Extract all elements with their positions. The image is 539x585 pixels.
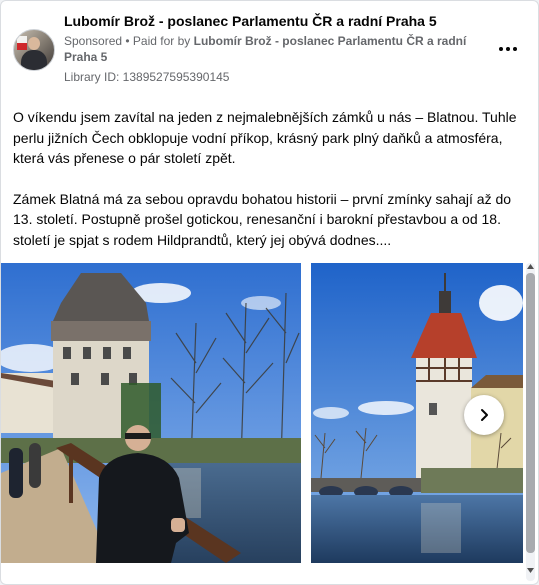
paid-prefix: Paid for by xyxy=(132,34,194,48)
scrollbar-thumb[interactable] xyxy=(526,273,535,553)
carousel-photo-castle-bridge[interactable] xyxy=(1,263,301,563)
post-paragraph-2: Zámek Blatná má za sebou opravdu bohatou… xyxy=(13,190,512,248)
scroll-up-arrow-icon[interactable] xyxy=(527,263,534,271)
library-id: Library ID: 1389527595390145 xyxy=(64,70,230,84)
post-text: O víkendu jsem zavítal na jeden z nejmal… xyxy=(13,107,518,271)
carousel-next-button[interactable] xyxy=(464,395,504,435)
image-carousel xyxy=(1,263,526,584)
more-options-button[interactable] xyxy=(496,41,520,57)
scroll-down-arrow-icon[interactable] xyxy=(527,566,534,574)
castle-bridge-image xyxy=(1,263,301,563)
more-horizontal-icon xyxy=(499,47,503,51)
avatar[interactable] xyxy=(13,29,55,71)
page-name-link[interactable]: Lubomír Brož - poslanec Parlamentu ČR a … xyxy=(64,13,437,29)
chevron-right-icon xyxy=(481,409,488,421)
post-paragraph-1: O víkendu jsem zavítal na jeden z nejmal… xyxy=(13,109,517,167)
sponsor-line: Sponsored • Paid for by Lubomír Brož - p… xyxy=(64,33,492,65)
sponsored-label: Sponsored xyxy=(64,34,123,48)
ad-card: Lubomír Brož - poslanec Parlamentu ČR a … xyxy=(0,0,539,585)
separator: • xyxy=(122,34,133,48)
post-header: Lubomír Brož - poslanec Parlamentu ČR a … xyxy=(13,11,526,91)
